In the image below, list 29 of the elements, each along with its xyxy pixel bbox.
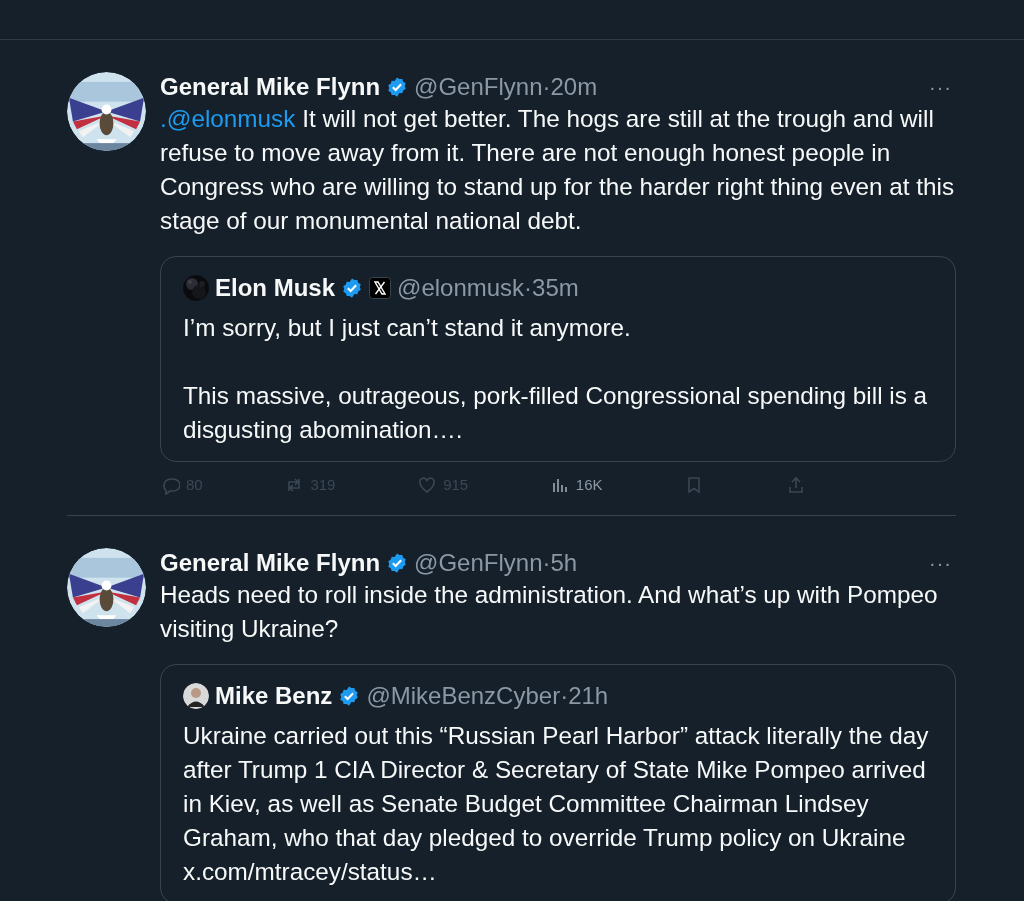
tweet-text: Heads need to roll inside the administration. And what’s up with Pompeo visiting Ukraine?	[160, 579, 939, 644]
author-name[interactable]: General Mike Flynn	[160, 72, 381, 102]
more-button[interactable]: ···	[925, 72, 956, 102]
separator-dot: ·	[542, 547, 551, 578]
author-handle[interactable]: @GenFlynn	[414, 72, 543, 102]
author-name[interactable]: Elon Musk	[215, 273, 335, 303]
quoted-tweet-text: Ukraine carried out this “Russian Pearl Harbor” attack literally the day after Trump 1 CIA Director & Secretary of State Mike Pompeo arrived in Kiev, as well as Senate Budget Committee Chairman Lindsey Graham, who that day pledged to override Trump policy on Ukraine x.com/mtracey/status…	[183, 720, 930, 887]
quoted-tweet-text: I’m sorry, but I just can’t stand it anymore.	[183, 313, 632, 343]
quoted-tweet-text: This massive, outrageous, pork-filled Congressional spending bill is a disgusting abomination….	[183, 381, 929, 445]
separator-dot: ·	[542, 72, 551, 102]
timestamp[interactable]: 35m	[532, 273, 579, 303]
author-handle[interactable]: @GenFlynn	[414, 547, 543, 578]
timestamp[interactable]: 21h	[568, 680, 609, 711]
reply-icon	[160, 475, 180, 496]
timestamp[interactable]: 5h	[550, 547, 578, 578]
author-name[interactable]: Mike Benz	[215, 680, 333, 711]
separator-dot: ·	[560, 680, 569, 711]
author-handle[interactable]: @MikeBenzCyber	[366, 680, 561, 711]
more-button[interactable]: ···	[925, 547, 956, 578]
views-button[interactable]: 16K	[549, 474, 603, 497]
mention-link[interactable]: .@elonmusk	[160, 105, 296, 132]
quoted-tweet-card[interactable]: Elon Musk @elonmusk·35m I’m sorry, but I just can’t stand it anymore. This massive, outrageous, pork-filled Congressional spending bill is a disgusting abomination….	[160, 256, 956, 462]
timestamp[interactable]: 20m	[550, 72, 598, 102]
like-icon	[417, 475, 438, 496]
separator-dot: ·	[524, 273, 533, 303]
author-name[interactable]: General Mike Flynn	[160, 547, 381, 578]
avatar-icon	[183, 682, 209, 709]
tweet-text: .@elonmusk It will not get better. The hogs are still at the trough and will refuse to move away from it. There are not enough honest people in Congress who are willing to stand up for the harder right thing even at this stage of our monumental national debt.	[160, 104, 956, 236]
author-handle[interactable]: @elonmusk	[397, 273, 525, 303]
